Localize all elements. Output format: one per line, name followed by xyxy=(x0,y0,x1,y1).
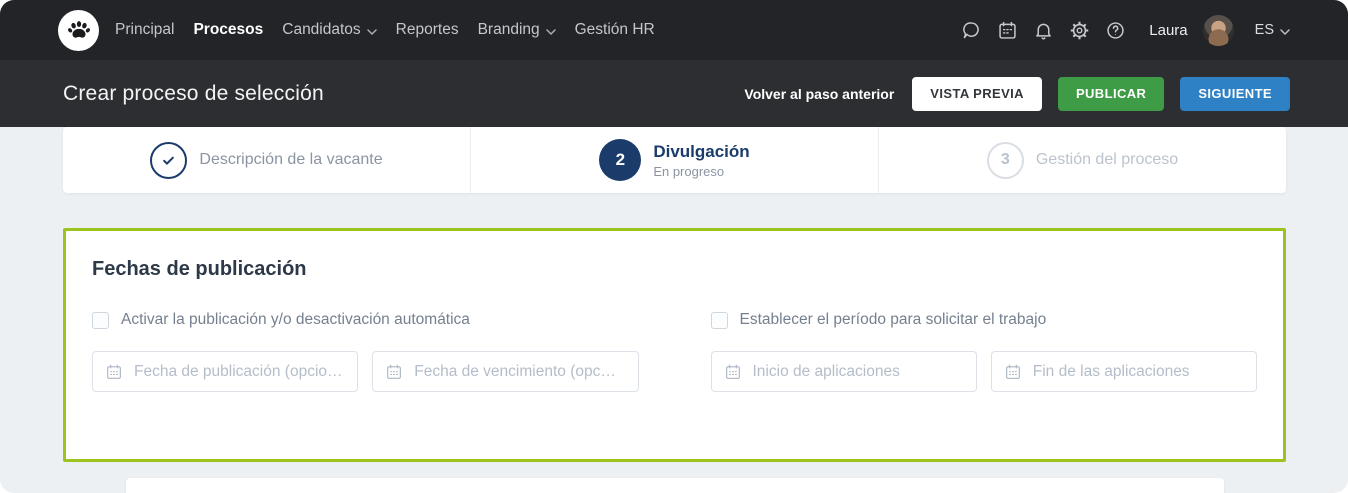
calendar-icon xyxy=(724,363,742,381)
user-name[interactable]: Laura xyxy=(1149,22,1187,39)
publish-button[interactable]: PUBLICAR xyxy=(1057,76,1165,111)
dates-form: Activar la publicación y/o desactivación… xyxy=(92,311,1257,392)
paw-icon xyxy=(66,17,92,43)
nav-item-gestion-hr[interactable]: Gestión HR xyxy=(575,21,655,39)
step-active-circle: 2 xyxy=(599,139,642,181)
calendar-icon xyxy=(105,363,123,381)
main-content: Fechas de publicación Activar la publica… xyxy=(0,193,1348,493)
nav-item-branding[interactable]: Branding xyxy=(478,20,556,40)
applications-start-field xyxy=(710,351,977,392)
next-section-card xyxy=(126,478,1224,493)
calendar-icon xyxy=(385,363,403,381)
chevron-down-icon xyxy=(545,22,556,40)
nav-item-candidatos[interactable]: Candidatos xyxy=(282,20,377,40)
step-label: Gestión del proceso xyxy=(1035,151,1179,168)
chevron-down-icon xyxy=(1280,23,1290,39)
check-icon xyxy=(161,153,176,168)
step-label: Divulgación xyxy=(653,141,750,161)
wizard-stepper: Descripción de la vacante 2 Divulgación … xyxy=(63,127,1286,193)
header-actions: Volver al paso anterior VISTA PREVIA PUB… xyxy=(744,76,1290,111)
step-label: Descripción de la vacante xyxy=(199,151,383,168)
publication-date-input[interactable] xyxy=(134,362,346,381)
checkbox-label: Activar la publicación y/o desactivación… xyxy=(121,311,470,328)
app-window: Principal Procesos Candidatos Reportes B… xyxy=(0,0,1348,493)
chevron-down-icon xyxy=(366,22,377,40)
page-title: Crear proceso de selección xyxy=(63,81,324,105)
chat-icon[interactable] xyxy=(961,20,982,41)
section-title: Fechas de publicación xyxy=(92,258,307,280)
application-period-checkbox[interactable] xyxy=(710,311,728,329)
step-3-process-management[interactable]: 3 Gestión del proceso xyxy=(878,127,1286,193)
step-1-vacancy-description[interactable]: Descripción de la vacante xyxy=(63,127,470,193)
navbar-right: Laura ES xyxy=(961,14,1290,46)
expiration-date-input[interactable] xyxy=(414,362,626,381)
application-period-checkbox-row: Establecer el período para solicitar el … xyxy=(710,311,1258,329)
step-status: En progreso xyxy=(653,163,725,179)
page-header: Crear proceso de selección Volver al pas… xyxy=(0,60,1348,127)
back-to-previous-step-link[interactable]: Volver al paso anterior xyxy=(744,86,894,102)
language-selector[interactable]: ES xyxy=(1255,21,1290,39)
app-logo[interactable] xyxy=(58,9,99,51)
auto-publication-column: Activar la publicación y/o desactivación… xyxy=(92,311,639,392)
applications-end-input[interactable] xyxy=(1032,362,1244,381)
applications-end-field xyxy=(990,351,1257,392)
publication-date-field xyxy=(92,351,359,392)
publication-dates-card: Fechas de publicación Activar la publica… xyxy=(63,228,1286,462)
step-pending-circle: 3 xyxy=(986,141,1024,179)
nav-item-reportes[interactable]: Reportes xyxy=(396,21,459,39)
help-icon[interactable] xyxy=(1105,20,1126,41)
step-done-circle xyxy=(150,141,188,179)
applications-start-input[interactable] xyxy=(752,362,964,381)
checkbox-label: Establecer el período para solicitar el … xyxy=(739,311,1047,328)
preview-button[interactable]: VISTA PREVIA xyxy=(912,76,1042,111)
gear-icon[interactable] xyxy=(1069,20,1090,41)
top-navbar: Principal Procesos Candidatos Reportes B… xyxy=(0,0,1348,60)
nav-item-procesos[interactable]: Procesos xyxy=(193,21,263,39)
auto-publication-checkbox-row: Activar la publicación y/o desactivación… xyxy=(92,311,639,329)
calendar-icon[interactable] xyxy=(997,20,1018,41)
calendar-icon xyxy=(1004,363,1022,381)
expiration-date-field xyxy=(372,351,639,392)
bell-icon[interactable] xyxy=(1033,20,1054,41)
application-period-column: Establecer el período para solicitar el … xyxy=(710,311,1258,392)
nav-item-principal[interactable]: Principal xyxy=(115,21,174,39)
step-2-divulgacion[interactable]: 2 Divulgación En progreso xyxy=(470,127,878,193)
user-avatar[interactable] xyxy=(1202,14,1234,46)
main-menu: Principal Procesos Candidatos Reportes B… xyxy=(115,20,655,40)
next-button[interactable]: SIGUIENTE xyxy=(1180,76,1290,111)
auto-publication-checkbox[interactable] xyxy=(92,311,109,329)
